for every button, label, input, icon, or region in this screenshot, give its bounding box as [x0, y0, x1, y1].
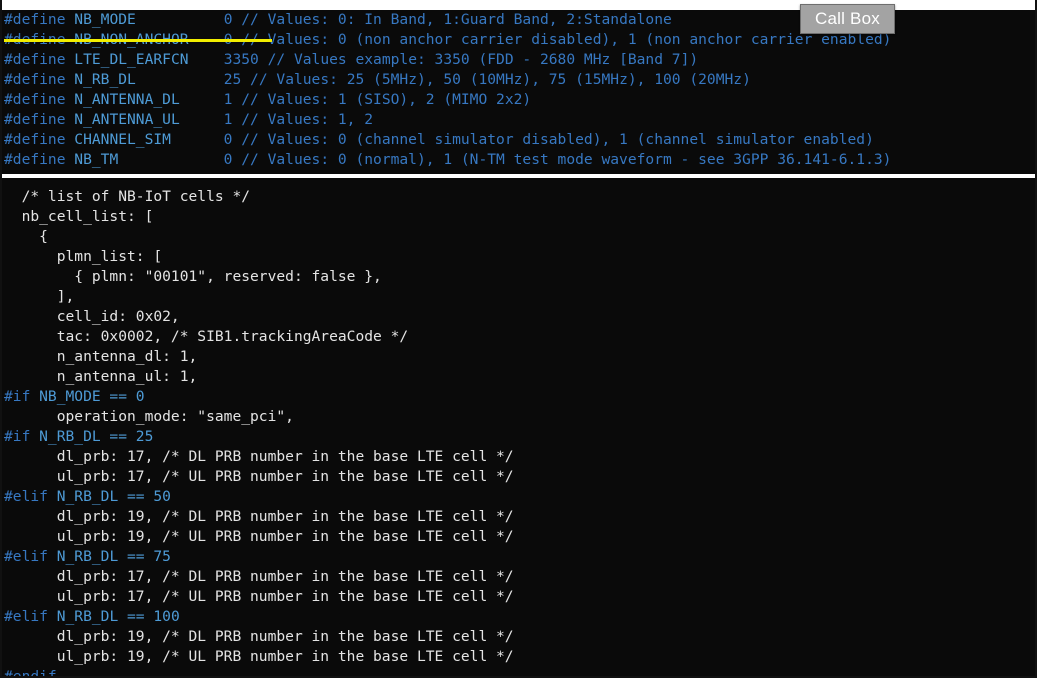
define-macro-name: N_ANTENNA_DL	[74, 91, 180, 108]
preprocessor-line: #endif	[2, 667, 1035, 678]
define-row[interactable]: #define CHANNEL_SIM 0 // Values: 0 (chan…	[2, 130, 1035, 150]
preprocessor-keyword: #if	[4, 428, 31, 445]
define-value-and-comment: 1 // Values: 1 (SISO), 2 (MIMO 2x2)	[223, 91, 532, 108]
define-macro-name: N_RB_DL	[74, 71, 136, 88]
config-line-text: { plmn: "00101", reserved: false },	[4, 268, 382, 285]
define-padding	[136, 11, 224, 28]
define-value-and-comment: 0 // Values: 0 (channel simulator disabl…	[223, 131, 874, 148]
config-line-text: dl_prb: 19, /* DL PRB number in the base…	[4, 508, 514, 525]
preprocessor-keyword: #endif	[4, 668, 57, 678]
define-macro-name: LTE_DL_EARFCN	[74, 51, 189, 68]
preprocessor-keyword: #elif	[4, 488, 48, 505]
preprocessor-expression: N_RB_DL == 50	[47, 488, 171, 505]
config-line: ],	[2, 287, 1035, 307]
config-line-text: ul_prb: 17, /* UL PRB number in the base…	[4, 588, 514, 605]
config-line: ul_prb: 19, /* UL PRB number in the base…	[2, 647, 1035, 667]
config-line: tac: 0x0002, /* SIB1.trackingAreaCode */	[2, 327, 1035, 347]
config-line: ul_prb: 17, /* UL PRB number in the base…	[2, 467, 1035, 487]
config-line: dl_prb: 17, /* DL PRB number in the base…	[2, 447, 1035, 467]
config-body-pane[interactable]: /* list of NB-IoT cells */ nb_cell_list:…	[2, 178, 1035, 678]
define-keyword: #define	[4, 11, 75, 28]
define-keyword: #define	[4, 111, 75, 128]
config-line: dl_prb: 19, /* DL PRB number in the base…	[2, 507, 1035, 527]
config-line-text: n_antenna_ul: 1,	[4, 368, 198, 385]
defines-pane[interactable]: #define NB_MODE 0 // Values: 0: In Band,…	[2, 10, 1035, 174]
config-line: n_antenna_dl: 1,	[2, 347, 1035, 367]
preprocessor-expression: NB_MODE == 0	[30, 388, 145, 405]
define-padding	[136, 71, 224, 88]
config-line-text: {	[4, 228, 48, 245]
config-line-text: /* list of NB-IoT cells */	[4, 188, 251, 205]
define-macro-name: NB_TM	[74, 151, 119, 168]
define-macro-name: N_ANTENNA_UL	[74, 111, 180, 128]
config-line-text: nb_cell_list: [	[4, 208, 154, 225]
define-padding	[118, 151, 223, 168]
config-line: plmn_list: [	[2, 247, 1035, 267]
config-line: { plmn: "00101", reserved: false },	[2, 267, 1035, 287]
config-line-text: ],	[4, 288, 75, 305]
define-keyword: #define	[4, 91, 75, 108]
define-row[interactable]: #define LTE_DL_EARFCN 3350 // Values exa…	[2, 50, 1035, 70]
define-value-and-comment: 1 // Values: 1, 2	[223, 111, 374, 128]
config-line: {	[2, 227, 1035, 247]
nb-mode-highlight-underline	[4, 39, 272, 42]
define-keyword: #define	[4, 151, 75, 168]
define-value-and-comment: 25 // Values: 25 (5MHz), 50 (10MHz), 75 …	[223, 71, 751, 88]
config-line-text: tac: 0x0002, /* SIB1.trackingAreaCode */	[4, 328, 409, 345]
config-line-text: plmn_list: [	[4, 248, 163, 265]
config-line: /* list of NB-IoT cells */	[2, 187, 1035, 207]
define-macro-name: NB_MODE	[74, 11, 136, 28]
define-value-and-comment: 3350 // Values example: 3350 (FDD - 2680…	[223, 51, 699, 68]
config-line-text: ul_prb: 19, /* UL PRB number in the base…	[4, 528, 514, 545]
config-line: ul_prb: 19, /* UL PRB number in the base…	[2, 527, 1035, 547]
config-line: cell_id: 0x02,	[2, 307, 1035, 327]
config-line-text: ul_prb: 17, /* UL PRB number in the base…	[4, 468, 514, 485]
config-line-text: dl_prb: 17, /* DL PRB number in the base…	[4, 568, 514, 585]
define-keyword: #define	[4, 51, 75, 68]
config-line-text: ul_prb: 19, /* UL PRB number in the base…	[4, 648, 514, 665]
preprocessor-expression: N_RB_DL == 25	[30, 428, 154, 445]
preprocessor-expression: N_RB_DL == 100	[47, 608, 180, 625]
config-line: nb_cell_list: [	[2, 207, 1035, 227]
preprocessor-keyword: #if	[4, 388, 31, 405]
define-value-and-comment: 0 // Values: 0: In Band, 1:Guard Band, 2…	[223, 11, 672, 28]
define-padding	[180, 111, 224, 128]
define-value-and-comment: 0 // Values: 0 (normal), 1 (N-TM test mo…	[223, 151, 892, 168]
preprocessor-line: #elif N_RB_DL == 75	[2, 547, 1035, 567]
define-padding	[180, 91, 224, 108]
define-keyword: #define	[4, 71, 75, 88]
preprocessor-line: #elif N_RB_DL == 100	[2, 607, 1035, 627]
config-line: operation_mode: "same_pci",	[2, 407, 1035, 427]
preprocessor-keyword: #elif	[4, 548, 48, 565]
config-line-text: n_antenna_dl: 1,	[4, 348, 198, 365]
config-line-text: dl_prb: 19, /* DL PRB number in the base…	[4, 628, 514, 645]
define-padding	[189, 51, 224, 68]
define-row[interactable]: #define N_ANTENNA_UL 1 // Values: 1, 2	[2, 110, 1035, 130]
define-row[interactable]: #define NB_TM 0 // Values: 0 (normal), 1…	[2, 150, 1035, 170]
config-line-text: operation_mode: "same_pci",	[4, 408, 294, 425]
define-value-and-comment: 0 // Values: 0 (non anchor carrier disab…	[223, 31, 892, 48]
define-row[interactable]: #define N_ANTENNA_DL 1 // Values: 1 (SIS…	[2, 90, 1035, 110]
define-keyword: #define	[4, 131, 75, 148]
preprocessor-line: #if N_RB_DL == 25	[2, 427, 1035, 447]
define-row[interactable]: #define N_RB_DL 25 // Values: 25 (5MHz),…	[2, 70, 1035, 90]
config-line-text: dl_prb: 17, /* DL PRB number in the base…	[4, 448, 514, 465]
preprocessor-line: #if NB_MODE == 0	[2, 387, 1035, 407]
define-padding	[171, 131, 224, 148]
preprocessor-expression: N_RB_DL == 75	[47, 548, 171, 565]
define-macro-name: CHANNEL_SIM	[74, 131, 171, 148]
config-line-text: cell_id: 0x02,	[4, 308, 180, 325]
config-editor-window: #define NB_MODE 0 // Values: 0: In Band,…	[0, 0, 1037, 678]
config-line: n_antenna_ul: 1,	[2, 367, 1035, 387]
defines-row-list: #define NB_MODE 0 // Values: 0: In Band,…	[2, 10, 1035, 170]
call-box-button[interactable]: Call Box	[800, 4, 895, 34]
config-line: dl_prb: 17, /* DL PRB number in the base…	[2, 567, 1035, 587]
config-line-list: /* list of NB-IoT cells */ nb_cell_list:…	[2, 187, 1035, 678]
config-line: dl_prb: 19, /* DL PRB number in the base…	[2, 627, 1035, 647]
preprocessor-line: #elif N_RB_DL == 50	[2, 487, 1035, 507]
config-line: ul_prb: 17, /* UL PRB number in the base…	[2, 587, 1035, 607]
preprocessor-keyword: #elif	[4, 608, 48, 625]
